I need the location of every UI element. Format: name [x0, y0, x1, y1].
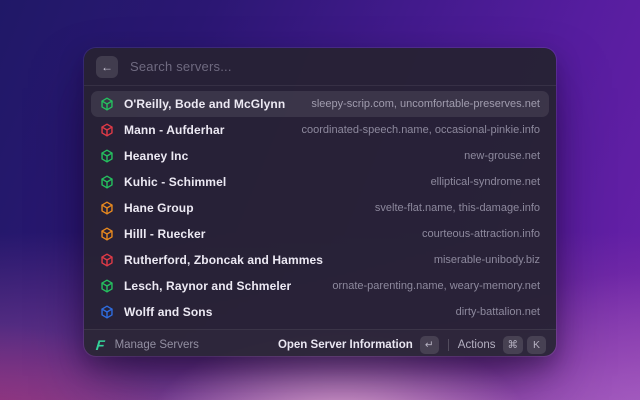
server-domains: new-grouse.net — [464, 150, 540, 162]
footer-divider — [447, 339, 449, 351]
k-key-icon[interactable]: K — [527, 336, 546, 354]
server-name: Lesch, Raynor and Schmeler — [124, 279, 292, 293]
cube-icon — [100, 305, 114, 319]
cube-icon — [100, 227, 114, 241]
app-logo-icon: F — [95, 337, 106, 353]
cube-icon — [100, 175, 114, 189]
search-input[interactable]: Search servers... — [130, 59, 232, 74]
back-button[interactable]: ← — [96, 55, 118, 78]
cube-icon — [100, 201, 114, 215]
server-domains: elliptical-syndrome.net — [430, 176, 540, 188]
footer-app-name: Manage Servers — [114, 339, 199, 351]
server-row[interactable]: Wolff and Sons dirty-battalion.net — [91, 299, 549, 325]
server-domains: miserable-unibody.biz — [433, 254, 540, 266]
cube-icon — [100, 149, 114, 163]
server-row[interactable]: Lesch, Raynor and Schmeler ornate-parent… — [91, 273, 549, 299]
server-domains: svelte-flat.name, this-damage.info — [374, 202, 540, 214]
server-name: Heaney Inc — [124, 149, 189, 163]
footer-bar: F Manage Servers Open Server Information… — [84, 329, 556, 356]
server-domains: coordinated-speech.name, occasional-pink… — [301, 124, 540, 136]
server-row[interactable]: Kuhic - Schimmel elliptical-syndrome.net — [91, 169, 549, 195]
server-name: Rutherford, Zboncak and Hammes — [124, 253, 324, 267]
open-server-information-button[interactable]: Open Server Information — [278, 339, 413, 351]
cube-icon — [100, 97, 114, 111]
server-row[interactable]: O'Reilly, Bode and McGlynn sleepy-scrip.… — [91, 91, 549, 117]
search-bar: ← Search servers... — [84, 48, 556, 86]
enter-key-icon[interactable]: ↵ — [419, 336, 439, 354]
command-key-icon[interactable]: ⌘ — [502, 336, 523, 354]
server-row[interactable]: Heaney Inc new-grouse.net — [91, 143, 549, 169]
command-palette-window: ← Search servers... O'Reilly, Bode and M… — [84, 48, 556, 356]
server-row[interactable]: Hane Group svelte-flat.name, this-damage… — [91, 195, 549, 221]
actions-button[interactable]: Actions — [458, 339, 496, 351]
server-name: Hane Group — [124, 201, 194, 215]
server-domains: courteous-attraction.info — [421, 228, 540, 240]
server-domains: dirty-battalion.net — [455, 306, 540, 318]
server-name: Kuhic - Schimmel — [124, 175, 227, 189]
cube-icon — [100, 123, 114, 137]
server-name: Hilll - Ruecker — [124, 227, 206, 241]
server-name: Wolff and Sons — [124, 305, 213, 319]
back-arrow-icon: ← — [101, 59, 113, 74]
server-row[interactable]: Rutherford, Zboncak and Hammes miserable… — [91, 247, 549, 273]
cube-icon — [100, 253, 114, 267]
server-list: O'Reilly, Bode and McGlynn sleepy-scrip.… — [84, 86, 556, 329]
server-name: Mann - Aufderhar — [124, 123, 225, 137]
server-name: O'Reilly, Bode and McGlynn — [124, 97, 286, 111]
server-row[interactable]: Mann - Aufderhar coordinated-speech.name… — [91, 117, 549, 143]
cube-icon — [100, 279, 114, 293]
server-row[interactable]: Hilll - Ruecker courteous-attraction.inf… — [91, 221, 549, 247]
server-domains: ornate-parenting.name, weary-memory.net — [332, 280, 540, 292]
server-domains: sleepy-scrip.com, uncomfortable-preserve… — [311, 98, 540, 110]
